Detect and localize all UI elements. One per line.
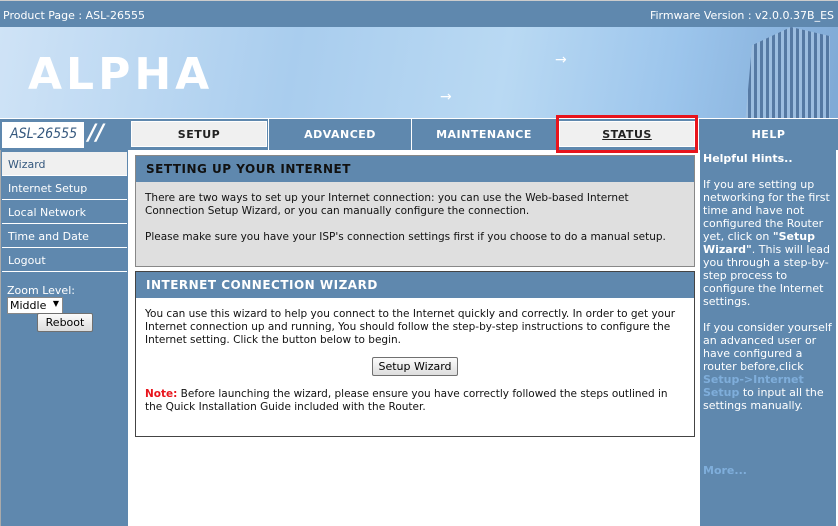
- connection-wizard-section: INTERNET CONNECTION WIZARD You can use t…: [135, 271, 695, 437]
- hints-paragraph-1: If you are setting up networking for the…: [703, 178, 830, 308]
- chevron-down-icon: ▼: [52, 299, 59, 308]
- sidebar-item-logout[interactable]: Logout: [2, 248, 127, 272]
- sidebar-item-internet-setup[interactable]: Internet Setup: [2, 176, 127, 200]
- firmware-version: Firmware Version : v2.0.0.37B_ES: [649, 9, 834, 22]
- sidebar-item-time-and-date[interactable]: Time and Date: [2, 224, 127, 248]
- tab-help[interactable]: HELP: [698, 119, 838, 151]
- setup-intro-text: There are two ways to set up your Intern…: [145, 192, 629, 217]
- setup-isp-text: Please make sure you have your ISP's con…: [145, 231, 666, 243]
- tab-maintenance[interactable]: MAINTENANCE: [411, 119, 556, 151]
- arrow-icon: →: [440, 89, 452, 105]
- wizard-intro-text: You can use this wizard to help you conn…: [145, 308, 676, 346]
- zoom-level: Zoom Level: Middle ▼: [7, 284, 128, 314]
- status-highlight-box: [556, 115, 698, 153]
- hints-paragraph-2: If you consider yourself an advanced use…: [703, 321, 832, 412]
- reboot-button[interactable]: Reboot: [37, 313, 93, 332]
- tab-setup[interactable]: SETUP: [131, 121, 267, 147]
- helpful-hints-panel: Helpful Hints.. If you are setting up ne…: [700, 150, 836, 526]
- main-nav: ASL-26555 // SETUP ADVANCED MAINTENANCE …: [0, 118, 838, 151]
- sidebar: Wizard Internet Setup Local Network Time…: [0, 150, 128, 526]
- sidebar-item-local-network[interactable]: Local Network: [2, 200, 127, 224]
- setup-wizard-button[interactable]: Setup Wizard: [372, 357, 458, 376]
- section-title: SETTING UP YOUR INTERNET: [136, 156, 694, 182]
- wizard-note: Note: Before launching the wizard, pleas…: [145, 388, 668, 413]
- banner: ALPHA → →: [0, 27, 838, 118]
- zoom-level-label: Zoom Level:: [7, 284, 75, 297]
- tab-advanced[interactable]: ADVANCED: [268, 119, 411, 151]
- zoom-level-select[interactable]: Middle ▼: [7, 297, 63, 314]
- section-title: INTERNET CONNECTION WIZARD: [136, 272, 694, 298]
- sidebar-item-wizard[interactable]: Wizard: [2, 152, 127, 176]
- note-label: Note:: [145, 388, 178, 400]
- more-link[interactable]: More...: [703, 464, 747, 477]
- hints-title: Helpful Hints..: [703, 152, 793, 165]
- building-image: [745, 27, 830, 118]
- model-label: ASL-26555: [2, 122, 84, 148]
- top-bar: Product Page : ASL-26555 Firmware Versio…: [0, 0, 838, 27]
- product-page-label: Product Page : ASL-26555: [3, 9, 145, 22]
- setup-internet-section: SETTING UP YOUR INTERNET There are two w…: [135, 155, 695, 267]
- slash-decoration: //: [88, 121, 105, 146]
- alpha-logo: ALPHA: [28, 49, 214, 100]
- arrow-icon: →: [555, 52, 567, 68]
